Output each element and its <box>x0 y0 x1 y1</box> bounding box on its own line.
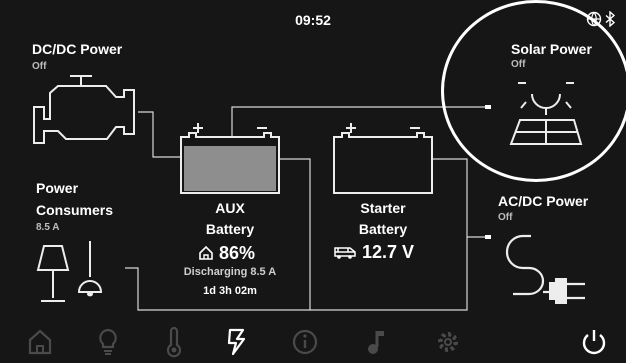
settings-icon <box>438 332 458 352</box>
aux-percent: 86% <box>219 242 256 263</box>
nav-home-button[interactable] <box>24 326 56 358</box>
aux-battery-fill <box>184 146 276 191</box>
starter-battery-icon[interactable] <box>332 121 434 195</box>
power-overview-screen: 09:52 DC/DC Power Off Power Consumers 8.… <box>0 0 626 363</box>
nav-power-flow-button[interactable] <box>220 326 252 358</box>
power-icon <box>582 330 606 355</box>
van-icon <box>334 247 356 259</box>
home-icon <box>28 329 52 355</box>
consumers-title-line1: Power <box>36 180 79 196</box>
solar-panel-icon[interactable] <box>508 74 588 154</box>
nav-climate-button[interactable] <box>157 326 189 358</box>
nav-info-button[interactable] <box>289 326 321 358</box>
aux-label-line2: Battery <box>205 221 255 237</box>
aux-charge: 86% <box>198 242 255 264</box>
acdc-status: Off <box>498 212 513 223</box>
thermometer-icon <box>166 326 182 358</box>
aux-remaining: 1d 3h 02m <box>203 285 257 297</box>
nav-media-button[interactable] <box>360 326 392 358</box>
plug-icon[interactable] <box>505 234 590 306</box>
aux-label-line1: AUX <box>215 200 245 216</box>
starter-label-line2: Battery <box>358 221 408 237</box>
acdc-title: AC/DC Power <box>498 193 589 209</box>
bluetooth-icon <box>605 11 616 27</box>
dcdc-title: DC/DC Power <box>32 41 123 57</box>
starter-voltage: 12.7 V <box>362 241 415 262</box>
starter-label-line1: Starter <box>360 200 406 216</box>
solar-title: Solar Power <box>511 41 592 57</box>
engine-icon[interactable] <box>30 73 140 153</box>
power-flow-icon <box>227 328 246 356</box>
lightbulb-icon <box>99 328 117 355</box>
consumers-value: 8.5 A <box>36 222 60 233</box>
dcdc-status: Off <box>32 61 47 72</box>
bottom-navigation <box>0 318 626 363</box>
lamps-icon[interactable] <box>35 240 115 306</box>
aux-state: Discharging 8.5 A <box>183 266 277 278</box>
starter-voltage-row: 12.7 V <box>334 241 414 263</box>
home-charge-icon <box>199 245 213 260</box>
nav-lighting-button[interactable] <box>92 326 124 358</box>
nav-power-button[interactable] <box>578 326 610 358</box>
nav-settings-button[interactable] <box>432 326 464 358</box>
music-icon <box>368 331 384 354</box>
consumers-title-line2: Consumers <box>36 202 114 218</box>
info-icon <box>292 329 318 355</box>
aux-battery-icon[interactable] <box>179 121 281 195</box>
solar-status: Off <box>511 59 526 70</box>
